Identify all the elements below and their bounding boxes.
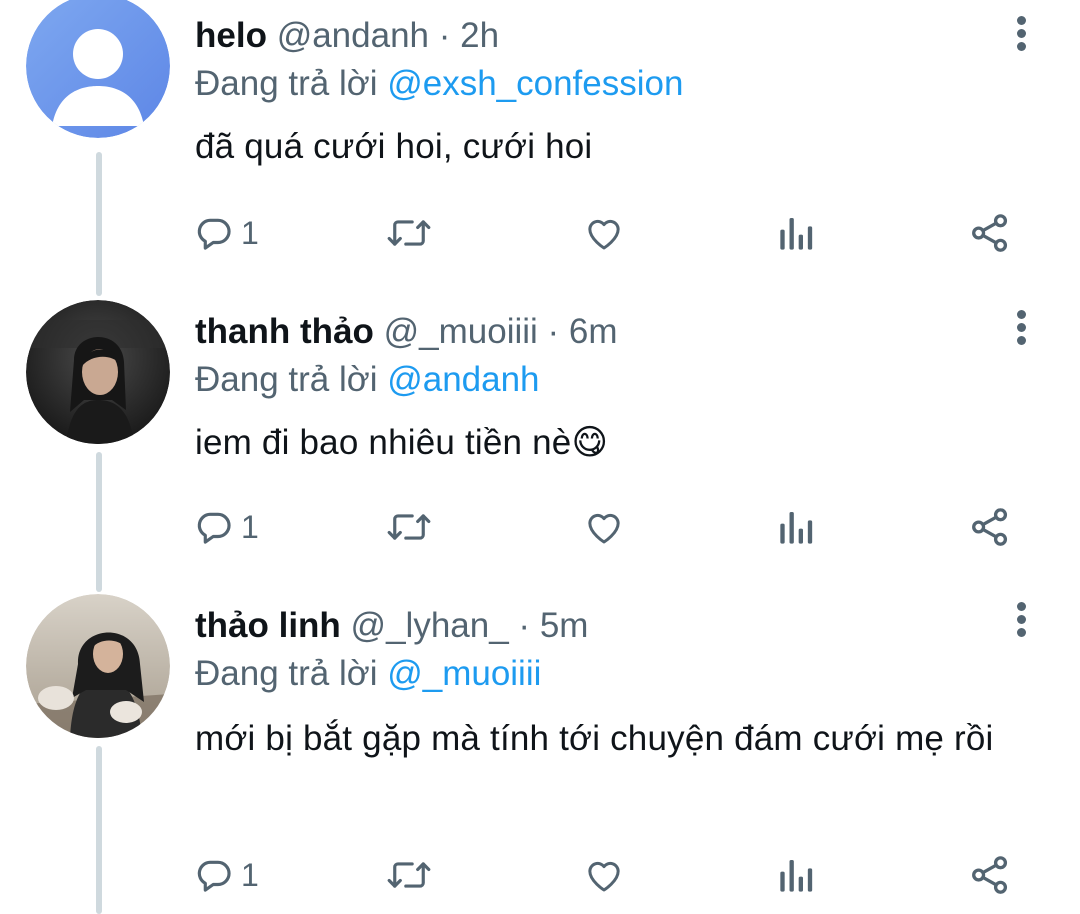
more-icon[interactable] — [1014, 310, 1028, 350]
action-bar: 1 — [195, 208, 1025, 258]
like-icon — [588, 513, 620, 544]
action-bar: 1 — [195, 850, 1025, 900]
display-name[interactable]: helo — [195, 16, 267, 55]
retweet-button[interactable] — [385, 850, 433, 900]
like-icon — [588, 861, 620, 892]
views-icon — [780, 860, 813, 892]
replying-to-label: Đang trả lời — [195, 64, 378, 103]
retweet-icon — [387, 862, 431, 888]
views-button[interactable] — [777, 208, 817, 258]
photo-avatar-icon — [26, 594, 170, 738]
like-button[interactable] — [583, 208, 625, 258]
reply-count: 1 — [241, 214, 259, 251]
timestamp[interactable]: 6m — [569, 312, 618, 351]
share-button[interactable] — [969, 502, 1011, 552]
tweet-text: mới bị bắt gặp mà tính tới chuyện đám cư… — [195, 719, 994, 758]
tweet[interactable]: thanh thảo @_muoiiii · 6m Đang trả lời @… — [0, 300, 1080, 590]
display-name[interactable]: thanh thảo — [195, 312, 374, 351]
reply-icon — [197, 512, 231, 544]
replying-to-handle[interactable]: @andanh — [387, 360, 539, 399]
tweet[interactable]: helo @andanh · 2h Đang trả lời @exsh_con… — [0, 0, 1080, 290]
user-handle[interactable]: @_lyhan_ — [351, 606, 509, 645]
reply-button[interactable]: 1 — [195, 502, 259, 552]
views-button[interactable] — [777, 502, 817, 552]
like-button[interactable] — [583, 502, 625, 552]
retweet-button[interactable] — [385, 208, 433, 258]
share-icon — [972, 508, 1008, 546]
reply-icon — [197, 860, 231, 892]
tweet-header: thanh thảo @_muoiiii · 6m — [195, 312, 1020, 356]
more-icon[interactable] — [1014, 16, 1028, 56]
separator-dot: · — [547, 312, 560, 351]
tweet[interactable]: thảo linh @_lyhan_ · 5m Đang trả lời @_m… — [0, 594, 1080, 914]
replying-to-handle[interactable]: @_muoiiii — [387, 654, 541, 693]
like-button[interactable] — [583, 850, 625, 900]
views-icon — [780, 218, 813, 250]
avatar[interactable] — [26, 0, 170, 138]
timestamp[interactable]: 2h — [460, 16, 499, 55]
views-button[interactable] — [777, 850, 817, 900]
display-name[interactable]: thảo linh — [195, 606, 341, 645]
share-icon — [972, 214, 1008, 252]
reply-count: 1 — [241, 856, 259, 893]
more-icon[interactable] — [1014, 602, 1028, 642]
user-handle[interactable]: @andanh — [277, 16, 429, 55]
replying-to-label: Đang trả lời — [195, 360, 378, 399]
reply-button[interactable]: 1 — [195, 850, 259, 900]
avatar[interactable] — [26, 300, 170, 444]
tweet-text: iem đi bao nhiêu tiền nè😋 — [195, 423, 609, 462]
tweet-header: helo @andanh · 2h — [195, 16, 1020, 60]
tweet-header: thảo linh @_lyhan_ · 5m — [195, 606, 1020, 650]
photo-avatar-icon — [26, 300, 170, 444]
like-icon — [588, 219, 620, 250]
retweet-icon — [387, 220, 431, 246]
default-avatar-icon — [26, 0, 170, 138]
separator-dot: · — [518, 606, 531, 645]
share-icon — [972, 856, 1008, 894]
reply-button[interactable]: 1 — [195, 208, 259, 258]
retweet-icon — [387, 514, 431, 540]
separator-dot: · — [438, 16, 451, 55]
avatar[interactable] — [26, 594, 170, 738]
replying-to: Đang trả lời @andanh — [195, 360, 1020, 400]
user-handle[interactable]: @_muoiiii — [384, 312, 538, 351]
reply-count: 1 — [241, 508, 259, 545]
timestamp[interactable]: 5m — [540, 606, 589, 645]
retweet-button[interactable] — [385, 502, 433, 552]
tweet-text: đã quá cưới hoi, cưới hoi — [195, 127, 593, 166]
replying-to-handle[interactable]: @exsh_confession — [387, 64, 683, 103]
reply-icon — [197, 218, 231, 250]
share-button[interactable] — [969, 850, 1011, 900]
replying-to-label: Đang trả lời — [195, 654, 378, 693]
action-bar: 1 — [195, 502, 1025, 552]
replying-to: Đang trả lời @_muoiiii — [195, 654, 1020, 694]
views-icon — [780, 512, 813, 544]
replying-to: Đang trả lời @exsh_confession — [195, 64, 1020, 104]
share-button[interactable] — [969, 208, 1011, 258]
